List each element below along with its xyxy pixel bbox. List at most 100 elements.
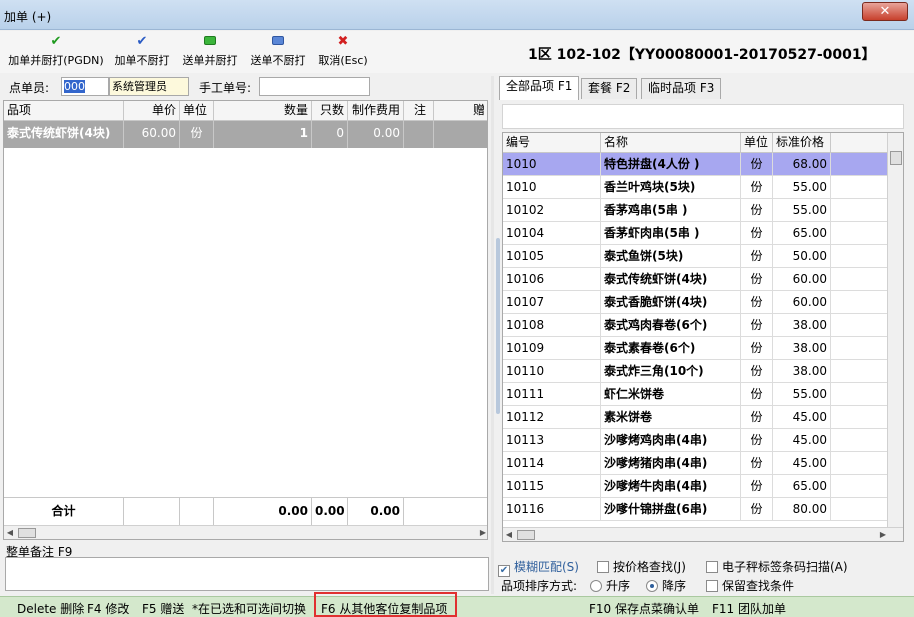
total-price-cell [124,498,180,525]
menu-scroll-right-icon[interactable]: ▶ [877,528,889,541]
item-search-input[interactable] [502,104,904,129]
item-unit: 份 [741,406,773,429]
item-name: 香兰叶鸡块(5块) [601,176,741,199]
check-blue-icon: ✔ [136,34,148,49]
col-name: 名称 [601,133,741,153]
panel-splitter[interactable] [491,76,494,594]
item-unit: 份 [741,268,773,291]
menu-table-hscrollbar[interactable]: ◀ ▶ [503,527,903,541]
remark-input[interactable] [5,557,489,591]
item-name: 泰式鸡肉春卷(6个) [601,314,741,337]
col-item: 品项 [4,101,124,121]
col-code: 编号 [503,133,601,153]
manual-no-input[interactable] [259,77,370,96]
send-no-print-button[interactable]: 送单不厨打 [246,35,310,68]
menu-scroll-left-icon[interactable]: ◀ [503,528,515,541]
list-item[interactable]: 10114 沙嗲烤猪肉串(4串) 份 45.00 [503,452,889,475]
menu-table-vscrollbar[interactable] [887,133,903,527]
list-item[interactable]: 10111 虾仁米饼卷份 55.00 [503,383,889,406]
list-item[interactable]: 10115 沙嗲烤牛肉串(4串) 份 65.00 [503,475,889,498]
col-price: 单价 [124,101,180,121]
cancel-button[interactable]: ✖ 取消(Esc) [314,35,372,68]
item-code: 10105 [503,245,601,268]
item-blank [831,314,889,337]
item-price: 60.00 [773,268,831,291]
waiter-code-input[interactable]: 000 [61,77,109,96]
item-unit: 份 [741,452,773,475]
item-code: 10109 [503,337,601,360]
waiter-label: 点单员: [9,81,50,95]
radio-selected-icon [646,580,658,592]
item-name: 沙嗲什锦拼盘(6串) [601,498,741,521]
item-name: 香茅虾肉串(5串 ) [601,222,741,245]
item-unit: 份 [741,222,773,245]
item-price: 50.00 [773,245,831,268]
list-item[interactable]: 1010 香兰叶鸡块(5块) 份 55.00 [503,176,889,199]
order-items-table[interactable]: 品项 单价 单位 数量 只数 制作费用 注 赠 泰式传统虾饼(4块) 60.00… [3,100,488,540]
menu-scroll-thumb[interactable] [517,530,535,540]
item-price: 60.00 [773,291,831,314]
manual-no-label: 手工单号: [199,81,252,95]
list-item[interactable]: 10109 泰式素春卷(6个) 份 38.00 [503,337,889,360]
title-bar: 加单 (+) ✕ [0,0,914,30]
send-and-print-button[interactable]: 送单并厨打 [178,35,242,68]
sort-asc-radio[interactable]: 升序 [590,577,630,594]
item-unit: 份 [741,337,773,360]
list-item[interactable]: 10105 泰式鱼饼(5块) 份 50.00 [503,245,889,268]
row-qty: 1 [214,121,312,148]
item-blank [831,406,889,429]
item-blank [831,245,889,268]
scroll-thumb[interactable] [18,528,36,538]
item-price: 38.00 [773,314,831,337]
list-item[interactable]: 10106 泰式传统虾饼(4块) 份 60.00 [503,268,889,291]
scroll-right-icon[interactable]: ▶ [477,526,487,539]
list-item[interactable]: 10116 沙嗲什锦拼盘(6串) 份 80.00 [503,498,889,521]
vscroll-thumb[interactable] [890,151,902,165]
keep-search-checkbox[interactable]: 保留查找条件 [706,577,794,594]
list-item[interactable]: 10110 泰式炸三角(10个) 份 38.00 [503,360,889,383]
list-item[interactable]: 10108 泰式鸡肉春卷(6个) 份 38.00 [503,314,889,337]
list-item[interactable]: 10112 素米饼卷份 45.00 [503,406,889,429]
list-item[interactable]: 10104 香茅虾肉串(5串 ) 份 65.00 [503,222,889,245]
splitter-grip[interactable] [496,238,500,414]
item-code: 10111 [503,383,601,406]
tab-all-items[interactable]: 全部品项 F1 [499,76,580,100]
item-name: 泰式炸三角(10个) [601,360,741,383]
cancel-label: 取消(Esc) [318,54,368,67]
item-blank [831,498,889,521]
row-fee: 0.00 [348,121,404,148]
barcode-scan-checkbox[interactable]: 电子秤标签条码扫描(A) [706,558,848,575]
sort-asc-label: 升序 [606,579,631,593]
add-no-print-button[interactable]: ✔ 加单不厨打 [110,35,174,68]
order-table-hscrollbar[interactable]: ◀ ▶ [4,525,487,539]
item-price: 38.00 [773,360,831,383]
green-square-icon [178,35,242,49]
tab-set-meal[interactable]: 套餐 F2 [581,78,638,99]
item-unit: 份 [741,153,773,176]
col-fee: 制作费用 [348,101,404,121]
sort-desc-radio[interactable]: 降序 [646,577,686,594]
close-button[interactable]: ✕ [862,2,908,21]
fuzzy-match-checkbox[interactable]: ✔ 模糊匹配(S) [498,558,579,577]
item-blank [831,337,889,360]
search-by-price-checkbox[interactable]: 按价格查找(J) [597,558,686,575]
list-item[interactable]: 10107 泰式香脆虾饼(4块) 份 60.00 [503,291,889,314]
item-unit: 份 [741,245,773,268]
add-and-print-button[interactable]: ✔ 加单并厨打(PGDN) [6,35,106,68]
scroll-left-icon[interactable]: ◀ [4,526,16,539]
list-item[interactable]: 10102 香茅鸡串(5串 ) 份 55.00 [503,199,889,222]
list-item[interactable]: 10113 沙嗲烤鸡肉串(4串) 份 45.00 [503,429,889,452]
checkbox-icon [597,561,609,573]
col-item-unit: 单位 [741,133,773,153]
item-unit: 份 [741,176,773,199]
tab-temp-items[interactable]: 临时品项 F3 [641,78,722,99]
item-name: 泰式传统虾饼(4块) [601,268,741,291]
list-item[interactable]: 1010 特色拼盘(4人份 ) 份 68.00 [503,153,889,176]
col-unit: 单位 [180,101,214,121]
item-name: 泰式香脆虾饼(4块) [601,291,741,314]
add-and-print-label: 加单并厨打(PGDN) [8,54,104,67]
item-price: 55.00 [773,383,831,406]
menu-items-table[interactable]: 编号 名称 单位 标准价格 1010 特色拼盘(4人份 ) 份 68.00 1010 香兰… [502,132,904,542]
highlight-box [314,592,457,617]
status-modify: F4 修改 [87,602,130,616]
